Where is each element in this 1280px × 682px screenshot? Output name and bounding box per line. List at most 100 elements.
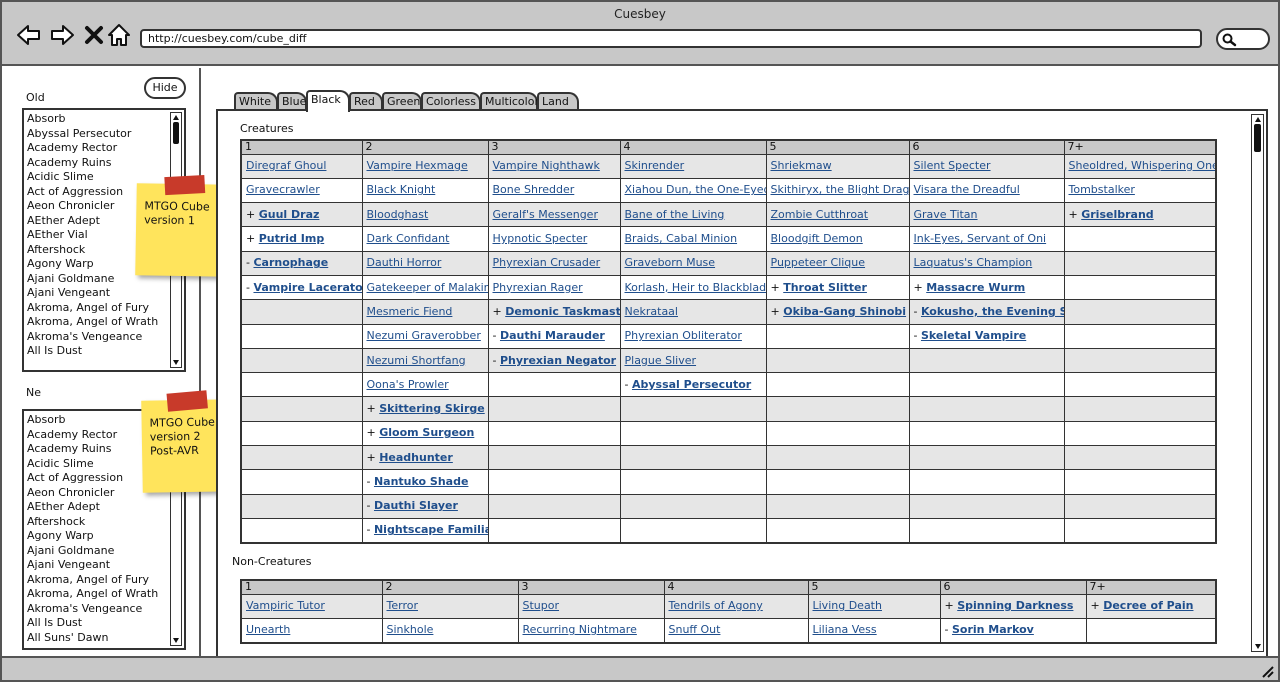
card-link[interactable]: Phyrexian Obliterator: [625, 329, 742, 342]
card-link[interactable]: Okiba-Gang Shinobi: [783, 305, 906, 318]
card-link[interactable]: Terror: [387, 599, 418, 612]
scroll-up-icon[interactable]: [1255, 117, 1261, 122]
hide-button[interactable]: Hide: [144, 77, 186, 99]
list-item[interactable]: Academy Ruins: [27, 156, 166, 171]
card-link[interactable]: Liliana Vess: [813, 623, 877, 636]
card-link[interactable]: Tendrils of Agony: [669, 599, 763, 612]
tab-colorless[interactable]: Colorless: [421, 92, 481, 110]
card-link[interactable]: Skeletal Vampire: [921, 329, 1026, 342]
card-link[interactable]: Puppeteer Clique: [771, 256, 866, 269]
content-scrollbar[interactable]: [1251, 114, 1264, 652]
card-link[interactable]: Zombie Cutthroat: [771, 208, 869, 221]
card-link[interactable]: Kokusho, the Evening Star: [921, 305, 1063, 318]
card-link[interactable]: Phyrexian Negator: [500, 354, 616, 367]
tab-green[interactable]: Green: [382, 92, 422, 110]
card-link[interactable]: Oona's Prowler: [367, 378, 449, 391]
resize-grip-icon[interactable]: [1260, 664, 1274, 678]
card-link[interactable]: Visara the Dreadful: [914, 183, 1020, 196]
card-link[interactable]: Dauthi Slayer: [374, 499, 458, 512]
card-link[interactable]: Xiahou Dun, the One-Eyed: [625, 183, 766, 196]
tab-white[interactable]: White: [234, 92, 278, 110]
card-link[interactable]: Guul Draz: [259, 208, 320, 221]
card-link[interactable]: Nezumi Shortfang: [367, 354, 466, 367]
card-link[interactable]: Laquatus's Champion: [914, 256, 1033, 269]
search-input[interactable]: [1216, 28, 1270, 50]
list-item[interactable]: Akroma, Angel of Fury: [27, 573, 166, 588]
list-item[interactable]: Academy Rector: [27, 141, 166, 156]
card-link[interactable]: Graveborn Muse: [625, 256, 716, 269]
list-item[interactable]: Ajani Vengeant: [27, 286, 166, 301]
card-link[interactable]: Sheoldred, Whispering One: [1069, 159, 1216, 172]
list-item[interactable]: Aftershock: [27, 515, 166, 530]
card-link[interactable]: Skittering Skirge: [379, 402, 484, 415]
card-link[interactable]: Nezumi Graverobber: [367, 329, 481, 342]
card-link[interactable]: Recurring Nightmare: [523, 623, 637, 636]
list-item[interactable]: Akroma's Vengeance: [27, 602, 166, 617]
card-link[interactable]: Headhunter: [379, 451, 453, 464]
card-link[interactable]: Vampiric Tutor: [246, 599, 325, 612]
close-x-icon[interactable]: [81, 22, 107, 48]
card-link[interactable]: Black Knight: [367, 183, 436, 196]
card-link[interactable]: Vampire Nighthawk: [493, 159, 600, 172]
home-icon[interactable]: [106, 22, 132, 48]
card-link[interactable]: Sinkhole: [387, 623, 434, 636]
tab-red[interactable]: Red: [349, 92, 383, 110]
card-link[interactable]: Shriekmaw: [771, 159, 832, 172]
scroll-thumb[interactable]: [1254, 124, 1261, 152]
tab-multicolor[interactable]: Multicolor: [480, 92, 539, 110]
list-item[interactable]: Abyssal Persecutor: [27, 127, 166, 142]
back-arrow-icon[interactable]: [16, 22, 42, 48]
scroll-down-icon[interactable]: [1255, 644, 1261, 649]
list-item[interactable]: All Suns' Dawn: [27, 631, 166, 646]
card-link[interactable]: Gatekeeper of Malakir: [367, 281, 488, 294]
card-link[interactable]: Phyrexian Crusader: [493, 256, 601, 269]
card-link[interactable]: Nantuko Shade: [374, 475, 468, 488]
card-link[interactable]: Ink-Eyes, Servant of Oni: [914, 232, 1047, 245]
card-link[interactable]: Massacre Wurm: [926, 281, 1025, 294]
card-link[interactable]: Griselbrand: [1081, 208, 1153, 221]
card-link[interactable]: Nekrataal: [625, 305, 678, 318]
card-link[interactable]: Gravecrawler: [246, 183, 320, 196]
card-link[interactable]: Putrid Imp: [259, 232, 324, 245]
card-link[interactable]: Plague Sliver: [625, 354, 697, 367]
card-link[interactable]: Skithiryx, the Blight Dragon: [771, 183, 909, 196]
card-link[interactable]: Tombstalker: [1069, 183, 1135, 196]
card-link[interactable]: Nightscape Familiar: [374, 523, 487, 536]
card-link[interactable]: Carnophage: [253, 256, 328, 269]
address-bar[interactable]: http://cuesbey.com/cube_diff: [140, 29, 1202, 48]
list-item[interactable]: Acidic Slime: [27, 170, 166, 185]
card-link[interactable]: Mesmeric Fiend: [367, 305, 453, 318]
card-link[interactable]: Braids, Cabal Minion: [625, 232, 738, 245]
card-link[interactable]: Dauthi Horror: [367, 256, 442, 269]
list-item[interactable]: Akroma, Angel of Wrath: [27, 315, 166, 330]
list-item[interactable]: Akroma, Angel of Fury: [27, 301, 166, 316]
tab-black[interactable]: Black: [306, 90, 350, 112]
card-link[interactable]: Snuff Out: [669, 623, 721, 636]
list-item[interactable]: All Is Dust: [27, 616, 166, 631]
card-link[interactable]: Vampire Hexmage: [367, 159, 468, 172]
card-link[interactable]: Geralf's Messenger: [493, 208, 598, 221]
tab-blue[interactable]: Blue: [277, 92, 307, 110]
list-item[interactable]: Akroma, Angel of Wrath: [27, 587, 166, 602]
card-link[interactable]: Grave Titan: [914, 208, 978, 221]
sidebar-divider[interactable]: [199, 68, 201, 656]
card-link[interactable]: Hypnotic Specter: [493, 232, 588, 245]
card-link[interactable]: Bloodghast: [367, 208, 429, 221]
card-link[interactable]: Living Death: [813, 599, 882, 612]
card-link[interactable]: Sorin Markov: [952, 623, 1034, 636]
list-item[interactable]: Agony Warp: [27, 529, 166, 544]
list-item[interactable]: All Is Dust: [27, 344, 166, 359]
scroll-down-icon[interactable]: [173, 638, 179, 643]
card-link[interactable]: Korlash, Heir to Blackblade: [625, 281, 766, 294]
list-item[interactable]: Ajani Vengeant: [27, 558, 166, 573]
forward-arrow-icon[interactable]: [49, 22, 75, 48]
card-link[interactable]: Unearth: [246, 623, 290, 636]
card-link[interactable]: Diregraf Ghoul: [246, 159, 326, 172]
card-link[interactable]: Phyrexian Rager: [493, 281, 583, 294]
card-link[interactable]: Spinning Darkness: [957, 599, 1073, 612]
tab-land[interactable]: Land: [537, 92, 579, 110]
card-link[interactable]: Dark Confidant: [367, 232, 450, 245]
card-link[interactable]: Silent Specter: [914, 159, 991, 172]
list-item[interactable]: Akroma's Vengeance: [27, 330, 166, 345]
card-link[interactable]: Decree of Pain: [1103, 599, 1193, 612]
